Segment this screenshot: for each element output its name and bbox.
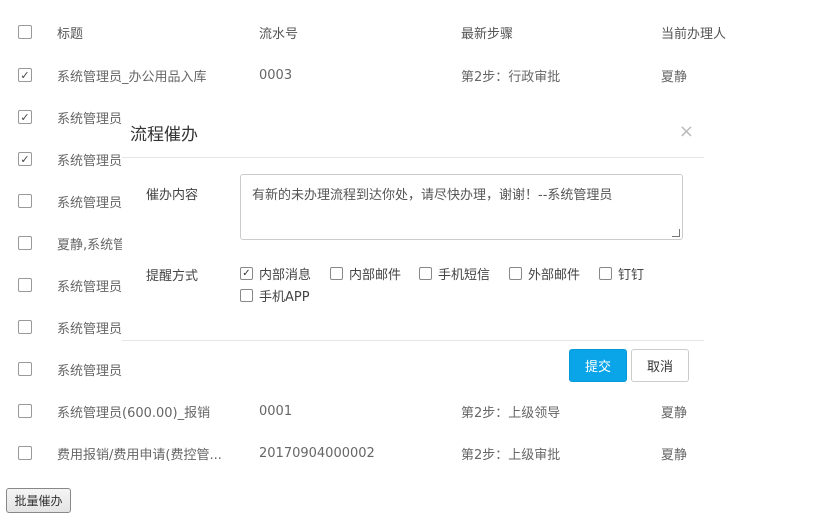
option-label: 手机短信 <box>438 268 491 283</box>
option-label: 内部邮件 <box>349 268 402 283</box>
header-serial: 流水号 <box>259 26 299 42</box>
row-title[interactable]: 系统管理员(600.00)_报销 <box>57 402 237 421</box>
checkbox-external-mail[interactable] <box>509 267 522 280</box>
row-serial: 20170904000002 <box>259 445 375 461</box>
select-all-checkbox[interactable] <box>18 25 32 39</box>
table-header: 标题 流水号 最新步骤 当前办理人 <box>0 11 826 53</box>
option-internal-message[interactable]: ✓ 内部消息 <box>240 264 311 283</box>
header-step: 最新步骤 <box>461 26 514 42</box>
checkbox-internal-message[interactable]: ✓ <box>240 267 253 280</box>
row-handler: 夏静 <box>661 447 688 463</box>
option-mobile-app[interactable]: 手机APP <box>240 286 310 305</box>
row-checkbox[interactable]: ✓ <box>18 68 32 82</box>
option-internal-mail[interactable]: 内部邮件 <box>330 264 401 283</box>
row-checkbox[interactable]: ✓ <box>18 152 32 166</box>
remind-label: 提醒方式 <box>146 269 199 284</box>
row-step: 第2步：上级审批 <box>461 447 561 463</box>
header-handler: 当前办理人 <box>661 26 727 42</box>
option-label: 钉钉 <box>618 268 645 283</box>
row-checkbox[interactable] <box>18 362 32 376</box>
table-row[interactable]: ✓ 系统管理员_办公用品入库 0003 第2步：行政审批 夏静 <box>0 54 826 96</box>
row-handler: 夏静 <box>661 405 688 421</box>
urge-dialog: 流程催办 × 催办内容 有新的未办理流程到达你处，请尽快办理，谢谢！--系统管理… <box>122 112 704 384</box>
option-external-mail[interactable]: 外部邮件 <box>509 264 580 283</box>
submit-button[interactable]: 提交 <box>569 349 627 382</box>
checkbox-mobile-app[interactable] <box>240 289 253 302</box>
row-handler: 夏静 <box>661 69 688 85</box>
option-label: 内部消息 <box>259 268 312 283</box>
checkbox-sms[interactable] <box>419 267 432 280</box>
content-label: 催办内容 <box>146 188 199 203</box>
row-checkbox[interactable] <box>18 320 32 334</box>
checkbox-internal-mail[interactable] <box>330 267 343 280</box>
row-checkbox[interactable]: ✓ <box>18 110 32 124</box>
option-dingtalk[interactable]: 钉钉 <box>599 264 644 283</box>
row-checkbox[interactable] <box>18 446 32 460</box>
table-row[interactable]: 费用报销/费用申请(费控管... 20170904000002 第2步：上级审批… <box>0 432 826 474</box>
urge-content-text: 有新的未办理流程到达你处，请尽快办理，谢谢！--系统管理员 <box>252 188 613 203</box>
header-title: 标题 <box>57 26 84 42</box>
dialog-title: 流程催办 <box>130 125 198 145</box>
option-label: 手机APP <box>259 290 310 305</box>
row-title[interactable]: 费用报销/费用申请(费控管... <box>57 444 237 463</box>
row-step: 第2步：上级领导 <box>461 405 561 421</box>
option-label: 外部邮件 <box>528 268 581 283</box>
option-sms[interactable]: 手机短信 <box>419 264 490 283</box>
urge-content-textarea[interactable]: 有新的未办理流程到达你处，请尽快办理，谢谢！--系统管理员 <box>240 174 683 240</box>
cancel-button[interactable]: 取消 <box>631 349 689 382</box>
row-serial: 0003 <box>259 67 293 83</box>
row-serial: 0001 <box>259 403 293 419</box>
checkbox-dingtalk[interactable] <box>599 267 612 280</box>
row-checkbox[interactable] <box>18 236 32 250</box>
row-checkbox[interactable] <box>18 404 32 418</box>
row-checkbox[interactable] <box>18 194 32 208</box>
batch-urge-button[interactable]: 批量催办 <box>6 488 71 513</box>
close-icon[interactable]: × <box>679 121 694 142</box>
dialog-footer: 提交 取消 <box>122 340 704 384</box>
resize-handle-icon[interactable] <box>672 229 680 237</box>
row-checkbox[interactable] <box>18 278 32 292</box>
row-step: 第2步：行政审批 <box>461 69 561 85</box>
dialog-header: 流程催办 × <box>122 112 704 158</box>
row-title[interactable]: 系统管理员_办公用品入库 <box>57 66 237 85</box>
table-row[interactable]: 系统管理员(600.00)_报销 0001 第2步：上级领导 夏静 <box>0 390 826 432</box>
